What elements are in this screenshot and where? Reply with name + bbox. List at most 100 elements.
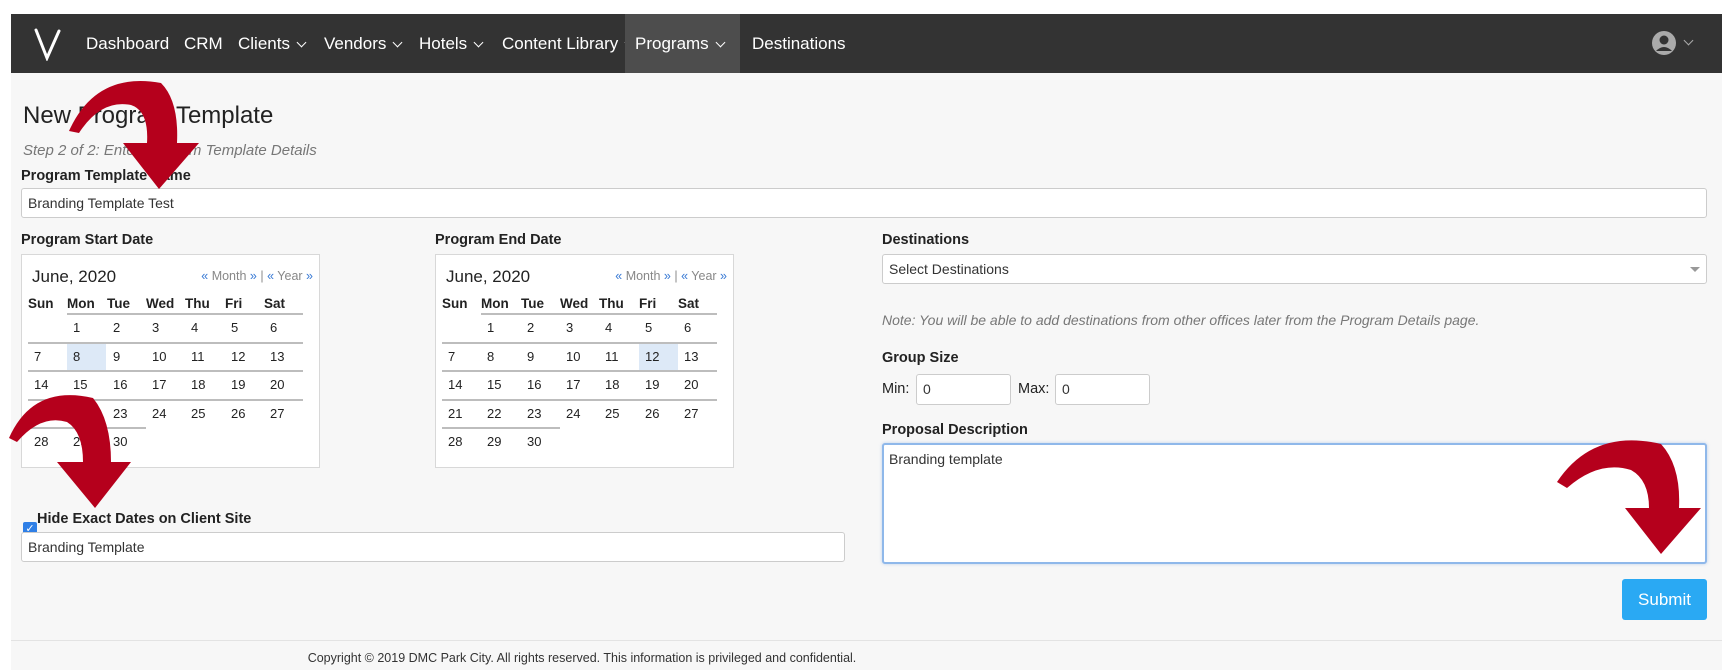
end-date-label: Program End Date	[435, 232, 562, 248]
calendar-day[interactable]: 11	[599, 344, 638, 370]
calendar-day[interactable]: 2	[521, 315, 560, 341]
weekday-header: Wed	[560, 296, 589, 311]
calendar-day[interactable]: 4	[185, 315, 224, 341]
weekday-header: Wed	[146, 296, 175, 311]
calendar-day[interactable]: 12	[225, 344, 264, 370]
calendar-day[interactable]: 22	[481, 401, 520, 427]
weekday-header: Thu	[185, 296, 210, 311]
calendar-day[interactable]: 27	[264, 401, 303, 427]
calendar-day[interactable]: 16	[521, 372, 560, 398]
calendar-day[interactable]: 7	[442, 344, 481, 370]
calendar-day[interactable]: 2	[107, 315, 146, 341]
calendar-day[interactable]: 14	[442, 372, 481, 398]
calendar-day[interactable]: 26	[225, 401, 264, 427]
calendar-day[interactable]: 25	[599, 401, 638, 427]
calendar-next-year-button[interactable]: »	[720, 269, 727, 283]
calendar-next-month-button[interactable]: »	[664, 269, 671, 283]
calendar-day[interactable]: 1	[481, 315, 520, 341]
calendar-prev-month-button[interactable]: «	[615, 269, 622, 283]
nav-item-label: Programs	[635, 34, 709, 53]
footer-copyright: Copyright © 2019 DMC Park City. All righ…	[307, 651, 857, 665]
calendar-day[interactable]: 19	[639, 372, 678, 398]
calendar-day[interactable]: 6	[678, 315, 717, 341]
template-name-input[interactable]: Branding Template Test	[21, 188, 1707, 218]
calendar-prev-year-button[interactable]: «	[267, 269, 274, 283]
calendar-day[interactable]: 17	[146, 372, 185, 398]
group-max-input[interactable]: 0	[1055, 374, 1150, 405]
calendar-day[interactable]: 13	[264, 344, 303, 370]
end-date-calendar: June, 2020 « Month » | « Year » Sun Mon Tue W…	[435, 254, 734, 468]
calendar-day[interactable]: 17	[560, 372, 599, 398]
weekday-header: Fri	[639, 296, 657, 311]
nav-item-vendors[interactable]: Vendors	[324, 14, 403, 73]
calendar-day[interactable]: 29	[481, 429, 520, 455]
weekday-header: Mon	[67, 296, 95, 311]
weekday-header: Mon	[481, 296, 509, 311]
calendar-day[interactable]: 13	[678, 344, 717, 370]
group-min-input[interactable]: 0	[916, 374, 1011, 405]
calendar-next-year-button[interactable]: »	[306, 269, 313, 283]
calendar-prev-month-button[interactable]: «	[201, 269, 208, 283]
calendar-day[interactable]: 28	[442, 429, 481, 455]
nav-item-hotels[interactable]: Hotels	[419, 14, 484, 73]
calendar-prev-year-button[interactable]: «	[681, 269, 688, 283]
calendar-day[interactable]: 24	[560, 401, 599, 427]
calendar-day[interactable]: 5	[225, 315, 264, 341]
calendar-day[interactable]: 30	[521, 429, 560, 455]
chevron-down-icon	[1683, 35, 1694, 46]
nav-item-dashboard[interactable]: Dashboard	[86, 14, 169, 73]
nav-item-clients[interactable]: Clients	[238, 14, 307, 73]
calendar-day[interactable]: 15	[481, 372, 520, 398]
calendar-day[interactable]: 18	[185, 372, 224, 398]
calendar-day[interactable]: 9	[107, 344, 146, 370]
calendar-day[interactable]: 9	[521, 344, 560, 370]
calendar-day[interactable]: 4	[599, 315, 638, 341]
weekday-header: Fri	[225, 296, 243, 311]
annotation-arrow-icon	[69, 81, 199, 189]
calendar-day[interactable]: 25	[185, 401, 224, 427]
calendar-day[interactable]: 19	[225, 372, 264, 398]
min-label: Min:	[882, 381, 910, 397]
calendar-day[interactable]: 24	[146, 401, 185, 427]
calendar-day[interactable]: 20	[264, 372, 303, 398]
calendar-day[interactable]: 8	[481, 344, 520, 370]
calendar-day[interactable]: 21	[442, 401, 481, 427]
nav-item-crm[interactable]: CRM	[184, 14, 223, 73]
nav-item-label: Vendors	[324, 34, 387, 53]
calendar-day[interactable]: 3	[146, 315, 185, 341]
destinations-select[interactable]: Select Destinations	[882, 254, 1707, 284]
caret-down-icon	[1690, 267, 1700, 272]
calendar-next-month-button[interactable]: »	[250, 269, 257, 283]
calendar-day[interactable]: 27	[678, 401, 717, 427]
calendar-day[interactable]: 1	[67, 315, 106, 341]
calendar-day[interactable]: 26	[639, 401, 678, 427]
calendar-day[interactable]: 20	[678, 372, 717, 398]
max-label: Max:	[1018, 381, 1050, 397]
submit-button[interactable]: Submit	[1622, 579, 1707, 620]
calendar-day[interactable]: 3	[560, 315, 599, 341]
nav-item-label: Dashboard	[86, 34, 170, 53]
calendar-day[interactable]: 8	[67, 343, 106, 370]
top-navbar: Dashboard CRM Clients Vendors Hotels Content …	[11, 14, 1722, 73]
nav-item-destinations[interactable]: Destinations	[752, 14, 846, 73]
chevron-down-icon	[296, 37, 307, 48]
calendar-day[interactable]: 10	[560, 344, 599, 370]
calendar-day[interactable]: 7	[28, 344, 67, 370]
nav-item-label: Destinations	[752, 34, 846, 53]
nav-item-content-library[interactable]: Content Library	[502, 14, 635, 73]
calendar-day[interactable]: 11	[185, 344, 224, 370]
logo-icon[interactable]	[33, 27, 63, 61]
calendar-nav: « Month » | « Year »	[201, 269, 313, 283]
calendar-day[interactable]: 18	[599, 372, 638, 398]
destinations-note: Note: You will be able to add destinatio…	[882, 312, 1480, 328]
calendar-day[interactable]: 23	[521, 401, 560, 427]
nav-item-label: CRM	[184, 34, 223, 53]
user-menu[interactable]	[1651, 30, 1699, 58]
hide-dates-input[interactable]: Branding Template	[21, 532, 845, 562]
calendar-day[interactable]: 12	[639, 343, 678, 370]
calendar-day[interactable]: 10	[146, 344, 185, 370]
weekday-header: Sun	[28, 296, 54, 311]
calendar-day[interactable]: 6	[264, 315, 303, 341]
calendar-day[interactable]: 5	[639, 315, 678, 341]
nav-item-programs[interactable]: Programs	[625, 14, 740, 73]
